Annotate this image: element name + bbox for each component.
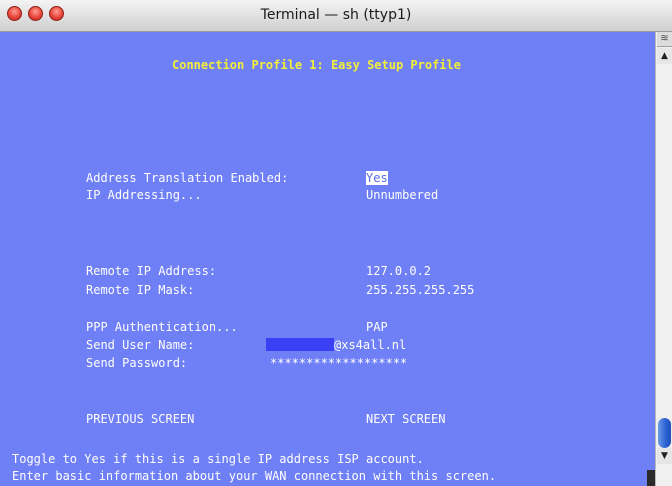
terminal-window: Terminal — sh (ttyp1) Connection Profile… — [0, 0, 672, 486]
redacted-username — [266, 338, 334, 351]
send-user-name-label: Send User Name: — [86, 338, 195, 352]
remote-ip-mask-label: Remote IP Mask: — [86, 283, 195, 297]
screen-heading: Connection Profile 1: Easy Setup Profile — [172, 58, 461, 72]
scroll-down-arrow-icon[interactable]: ▼ — [657, 448, 672, 464]
text-cursor — [647, 470, 655, 486]
ip-addressing-value[interactable]: Unnumbered — [366, 188, 438, 202]
window-title: Terminal — sh (ttyp1) — [260, 7, 412, 23]
send-password-label: Send Password: — [86, 356, 188, 370]
remote-ip-address-value[interactable]: 127.0.0.2 — [366, 264, 431, 278]
send-user-name-domain: @xs4all.nl — [334, 338, 407, 352]
ppp-authentication-value[interactable]: PAP — [366, 320, 388, 334]
next-screen-link[interactable]: NEXT SCREEN — [366, 412, 445, 426]
send-password-value[interactable]: ******************* — [270, 356, 407, 370]
previous-screen-link[interactable]: PREVIOUS SCREEN — [86, 412, 194, 426]
terminal-screen[interactable]: Connection Profile 1: Easy Setup Profile… — [0, 32, 655, 486]
address-translation-label: Address Translation Enabled: — [86, 171, 289, 185]
title-bar[interactable]: Terminal — sh (ttyp1) — [0, 0, 672, 32]
address-translation-value[interactable]: Yes — [366, 171, 388, 185]
split-pane-icon[interactable]: ≋ — [657, 32, 672, 47]
ppp-authentication-label: PPP Authentication... — [86, 320, 238, 334]
send-user-name-value[interactable]: @xs4all.nl — [266, 338, 406, 352]
remote-ip-mask-value[interactable]: 255.255.255.255 — [366, 283, 474, 297]
vertical-scrollbar[interactable]: ≋ ▲ ▼ — [655, 32, 672, 486]
status-line-help: Toggle to Yes if this is a single IP add… — [12, 452, 424, 466]
remote-ip-address-label: Remote IP Address: — [86, 264, 217, 278]
ip-addressing-label: IP Addressing... — [86, 188, 202, 202]
status-line-info: Enter basic information about your WAN c… — [12, 469, 497, 483]
scroll-thumb[interactable] — [658, 418, 671, 448]
scroll-up-arrow-icon[interactable]: ▲ — [657, 48, 672, 64]
